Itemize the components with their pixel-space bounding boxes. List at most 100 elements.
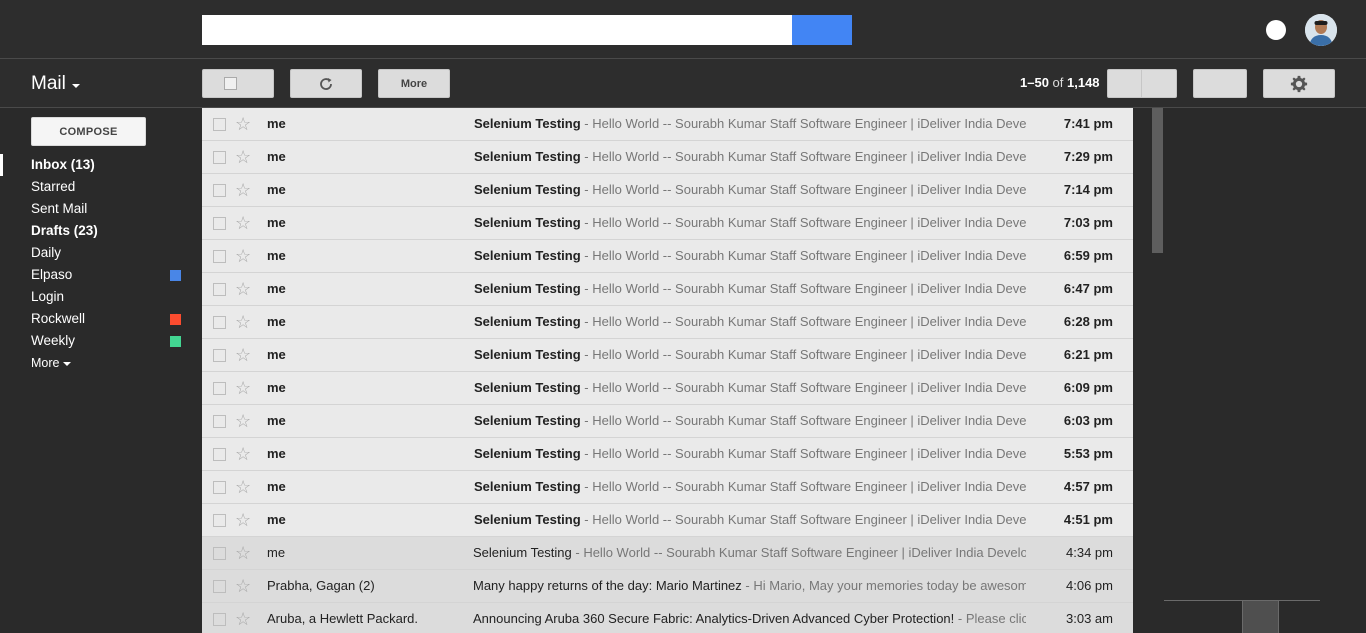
email-content: Selenium Testing - Hello World -- Sourab…	[474, 347, 1027, 362]
checkbox-icon[interactable]	[213, 118, 226, 131]
checkbox-icon[interactable]	[213, 415, 226, 428]
label-color-swatch[interactable]	[170, 314, 181, 325]
checkbox-icon[interactable]	[213, 547, 226, 560]
select-all-button[interactable]	[202, 69, 274, 98]
mail-menu[interactable]: Mail	[31, 73, 80, 95]
email-row[interactable]: ☆ me Selenium Testing - Hello World -- Sou…	[202, 273, 1133, 306]
star-icon[interactable]: ☆	[235, 609, 251, 629]
email-row[interactable]: ☆ me Selenium Testing - Hello World -- Sou…	[202, 504, 1133, 537]
refresh-icon	[320, 77, 332, 90]
pagination-info: 1–50 of 1,148	[1020, 75, 1100, 90]
email-sender: me	[267, 545, 286, 560]
star-icon[interactable]: ☆	[235, 213, 251, 233]
input-tools-button[interactable]	[1193, 69, 1247, 98]
email-snippet: - Hello World -- Sourabh Kumar Staff Sof…	[580, 413, 1027, 428]
email-subject: Selenium Testing	[474, 413, 581, 428]
checkbox-icon[interactable]	[213, 514, 226, 527]
star-icon[interactable]: ☆	[235, 180, 251, 200]
sidebar-item-login[interactable]: Login	[0, 286, 200, 308]
star-icon[interactable]: ☆	[235, 444, 251, 464]
email-time: 6:59 pm	[1063, 248, 1113, 263]
checkbox-icon[interactable]	[213, 283, 226, 296]
sidebar-item-sent-mail[interactable]: Sent Mail	[0, 198, 200, 220]
email-content: Selenium Testing - Hello World -- Sourab…	[474, 380, 1027, 395]
email-row[interactable]: ☆ Aruba, a Hewlett Packard. Announcing Aru…	[202, 603, 1133, 633]
star-icon[interactable]: ☆	[235, 576, 251, 596]
notification-icon[interactable]	[1266, 20, 1286, 40]
email-snippet: - Hello World -- Sourabh Kumar Staff Sof…	[580, 479, 1027, 494]
sidebar-item-elpaso[interactable]: Elpaso	[0, 264, 200, 286]
sidebar-item-inbox[interactable]: Inbox (13)	[0, 154, 200, 176]
email-subject: Selenium Testing	[474, 116, 581, 131]
star-icon[interactable]: ☆	[235, 477, 251, 497]
checkbox-icon[interactable]	[213, 448, 226, 461]
checkbox-icon[interactable]	[213, 217, 226, 230]
email-row[interactable]: ☆ Prabha, Gagan (2) Many happy returns of …	[202, 570, 1133, 603]
email-row[interactable]: ☆ me Selenium Testing - Hello World -- Sou…	[202, 207, 1133, 240]
compose-button[interactable]: COMPOSE	[31, 117, 146, 146]
email-sender: me	[267, 248, 286, 263]
checkbox-icon[interactable]	[213, 613, 226, 626]
email-row[interactable]: ☆ me Selenium Testing - Hello World -- Sou…	[202, 471, 1133, 504]
email-row[interactable]: ☆ me Selenium Testing - Hello World -- Sou…	[202, 306, 1133, 339]
email-row[interactable]: ☆ me Selenium Testing - Hello World -- Sou…	[202, 537, 1133, 570]
star-icon[interactable]: ☆	[235, 114, 251, 134]
email-time: 6:47 pm	[1063, 281, 1113, 296]
sidebar-item-starred[interactable]: Starred	[0, 176, 200, 198]
refresh-button[interactable]	[290, 69, 362, 98]
star-icon[interactable]: ☆	[235, 345, 251, 365]
email-row[interactable]: ☆ me Selenium Testing - Hello World -- Sou…	[202, 438, 1133, 471]
settings-button[interactable]	[1263, 69, 1335, 98]
email-row[interactable]: ☆ me Selenium Testing - Hello World -- Sou…	[202, 372, 1133, 405]
star-icon[interactable]: ☆	[235, 147, 251, 167]
email-row[interactable]: ☆ me Selenium Testing - Hello World -- Sou…	[202, 339, 1133, 372]
star-icon[interactable]: ☆	[235, 510, 251, 530]
email-row[interactable]: ☆ me Selenium Testing - Hello World -- Sou…	[202, 141, 1133, 174]
email-row[interactable]: ☆ me Selenium Testing - Hello World -- Sou…	[202, 405, 1133, 438]
email-snippet: - Hello World -- Sourabh Kumar Staff Sof…	[580, 380, 1027, 395]
newer-button[interactable]	[1107, 69, 1142, 98]
checkbox-icon[interactable]	[213, 481, 226, 494]
star-icon[interactable]: ☆	[235, 378, 251, 398]
email-content: Selenium Testing - Hello World -- Sourab…	[474, 479, 1027, 494]
email-row[interactable]: ☆ me Selenium Testing - Hello World -- Sou…	[202, 108, 1133, 141]
checkbox-icon[interactable]	[213, 184, 226, 197]
email-row[interactable]: ☆ me Selenium Testing - Hello World -- Sou…	[202, 240, 1133, 273]
checkbox-icon[interactable]	[213, 250, 226, 263]
sidebar-more-button[interactable]: More	[0, 352, 200, 374]
star-icon[interactable]: ☆	[235, 543, 251, 563]
avatar[interactable]	[1305, 14, 1337, 46]
email-row[interactable]: ☆ me Selenium Testing - Hello World -- Sou…	[202, 174, 1133, 207]
star-icon[interactable]: ☆	[235, 312, 251, 332]
checkbox-icon[interactable]	[213, 580, 226, 593]
email-time: 4:34 pm	[1066, 545, 1113, 560]
checkbox-icon[interactable]	[213, 316, 226, 329]
panel-handle[interactable]	[1242, 601, 1279, 633]
sidebar-item-drafts[interactable]: Drafts (23)	[0, 220, 200, 242]
sidebar-item-rockwell[interactable]: Rockwell	[0, 308, 200, 330]
email-snippet: - Hello World -- Sourabh Kumar Staff Sof…	[580, 116, 1027, 131]
sidebar-item-weekly[interactable]: Weekly	[0, 330, 200, 352]
email-content: Selenium Testing - Hello World -- Sourab…	[474, 314, 1027, 329]
checkbox-icon[interactable]	[213, 382, 226, 395]
label-color-swatch[interactable]	[170, 336, 181, 347]
checkbox-icon[interactable]	[213, 151, 226, 164]
email-content: Announcing Aruba 360 Secure Fabric: Anal…	[473, 611, 1026, 626]
search-button[interactable]	[792, 15, 852, 45]
email-content: Selenium Testing - Hello World -- Sourab…	[474, 182, 1027, 197]
sidebar: COMPOSE Inbox (13) Starred Sent Mail Drafts…	[0, 108, 200, 633]
email-sender: Aruba, a Hewlett Packard.	[267, 611, 419, 626]
star-icon[interactable]: ☆	[235, 411, 251, 431]
star-icon[interactable]: ☆	[235, 279, 251, 299]
sidebar-item-daily[interactable]: Daily	[0, 242, 200, 264]
checkbox-icon[interactable]	[213, 349, 226, 362]
search-input[interactable]	[202, 15, 792, 45]
star-icon[interactable]: ☆	[235, 246, 251, 266]
label-color-swatch[interactable]	[170, 270, 181, 281]
scrollbar[interactable]	[1152, 108, 1163, 253]
email-time: 6:03 pm	[1063, 413, 1113, 428]
older-button[interactable]	[1141, 69, 1177, 98]
email-subject: Selenium Testing	[474, 248, 581, 263]
email-subject: Selenium Testing	[474, 446, 581, 461]
more-button[interactable]: More	[378, 69, 450, 98]
